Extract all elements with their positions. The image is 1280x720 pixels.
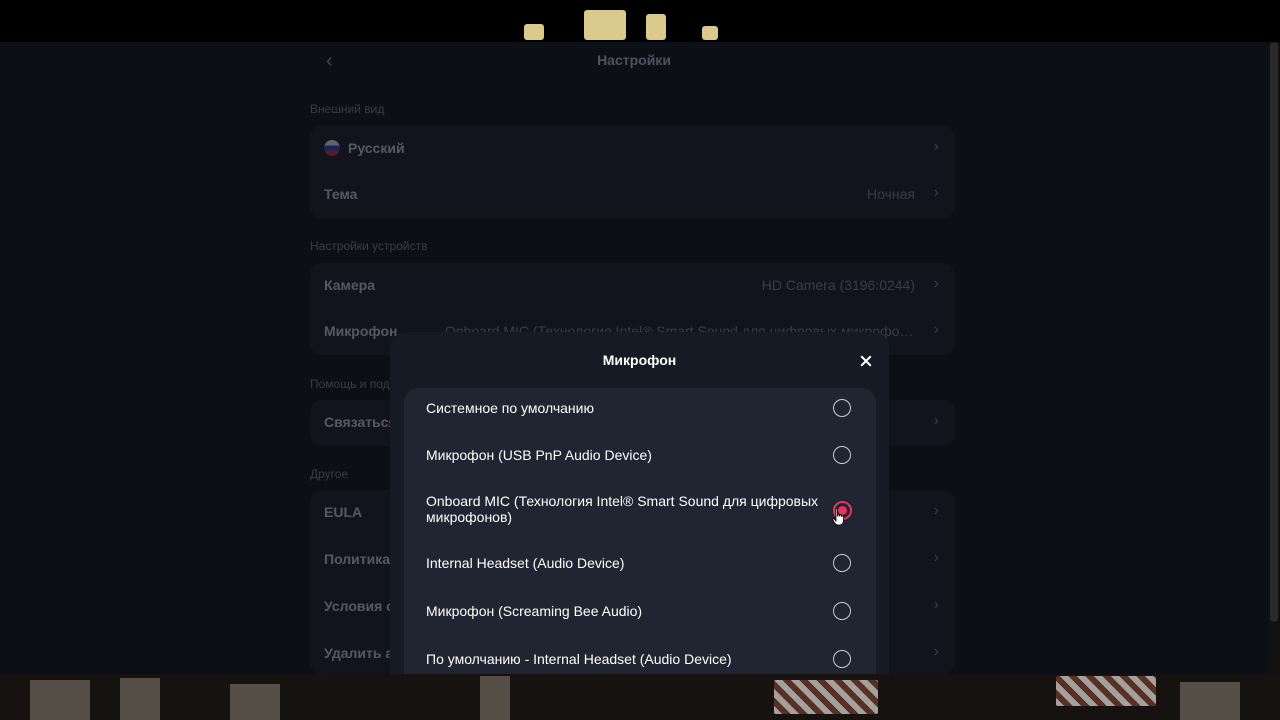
scrollbar-thumb[interactable]: [1270, 42, 1278, 622]
radio-button[interactable]: [833, 446, 851, 464]
settings-app: ‹ Настройки Внешний вид Русский › Тема Н…: [0, 42, 1268, 674]
chevron-right-icon: ›: [933, 275, 939, 292]
camera-label: Камера: [324, 277, 375, 293]
option-usb-pnp[interactable]: Микрофон (USB PnP Audio Device): [404, 436, 876, 476]
section-label-appearance: Внешний вид: [310, 102, 385, 116]
page-title: Настройки: [597, 52, 671, 68]
microphone-options-list: Системное по умолчанию Микрофон (USB PnP…: [404, 388, 876, 674]
option-default-internal-headset[interactable]: По умолчанию - Internal Headset (Audio D…: [404, 640, 876, 674]
video-artifact: [1056, 676, 1156, 706]
language-row[interactable]: Русский ›: [310, 126, 955, 172]
theme-value: Ночная: [867, 186, 915, 202]
video-artifact: [1180, 682, 1240, 720]
theme-label: Тема: [324, 186, 358, 202]
chevron-right-icon: ›: [933, 502, 939, 519]
section-label-other: Другое: [310, 467, 349, 481]
video-artifact: [480, 676, 510, 720]
option-system-default[interactable]: Системное по умолчанию: [404, 388, 876, 428]
delete-account-label: Удалить ак: [324, 645, 401, 661]
scrollbar[interactable]: [1268, 42, 1280, 674]
chevron-right-icon: ›: [933, 596, 939, 613]
video-artifact: [774, 680, 878, 714]
bottom-video-strip: [0, 674, 1280, 720]
option-label: По умолчанию - Internal Headset (Audio D…: [426, 651, 732, 667]
russia-flag-icon: [324, 140, 340, 156]
hand-cursor-icon: [832, 508, 844, 526]
chevron-right-icon: ›: [933, 184, 939, 201]
option-label: Системное по умолчанию: [426, 400, 594, 416]
camera-value: HD Camera (3196:0244): [761, 277, 915, 293]
option-screaming-bee[interactable]: Микрофон (Screaming Bee Audio): [404, 592, 876, 632]
video-artifact: [524, 24, 544, 40]
radio-button[interactable]: [833, 650, 851, 668]
section-label-device: Настройки устройств: [310, 239, 428, 253]
video-artifact: [230, 684, 280, 720]
chevron-right-icon: ›: [933, 412, 939, 429]
video-artifact: [30, 680, 90, 720]
microphone-label: Микрофон: [324, 323, 398, 339]
appearance-card: Русский › Тема Ночная ›: [310, 126, 955, 218]
close-icon[interactable]: [856, 351, 876, 371]
contact-label: Связаться: [324, 414, 397, 430]
top-video-strip: [0, 0, 1280, 42]
video-artifact: [584, 10, 626, 40]
radio-button[interactable]: [833, 554, 851, 572]
option-onboard-mic[interactable]: Onboard MIC (Технология Intel® Smart Sou…: [404, 484, 876, 540]
eula-label: EULA: [324, 504, 363, 520]
option-label: Onboard MIC (Технология Intel® Smart Sou…: [426, 493, 819, 525]
camera-row[interactable]: Камера HD Camera (3196:0244) ›: [310, 263, 955, 309]
theme-row[interactable]: Тема Ночная ›: [310, 172, 955, 218]
modal-title: Микрофон: [602, 352, 677, 368]
video-artifact: [646, 14, 666, 40]
language-label: Русский: [348, 140, 405, 156]
radio-button[interactable]: [833, 602, 851, 620]
option-label: Микрофон (Screaming Bee Audio): [426, 603, 643, 619]
option-label: Микрофон (USB PnP Audio Device): [426, 447, 652, 463]
microphone-modal: Микрофон Системное по умолчанию Микрофон…: [390, 332, 889, 674]
chevron-right-icon: ›: [933, 138, 939, 155]
radio-button[interactable]: [833, 399, 851, 417]
video-artifact: [120, 678, 160, 720]
section-label-help: Помощь и под: [310, 377, 390, 391]
video-artifact: [702, 26, 718, 40]
chevron-right-icon: ›: [933, 643, 939, 660]
option-internal-headset[interactable]: Internal Headset (Audio Device): [404, 544, 876, 584]
option-label: Internal Headset (Audio Device): [426, 555, 625, 571]
chevron-right-icon: ›: [933, 321, 939, 338]
chevron-right-icon: ›: [933, 549, 939, 566]
